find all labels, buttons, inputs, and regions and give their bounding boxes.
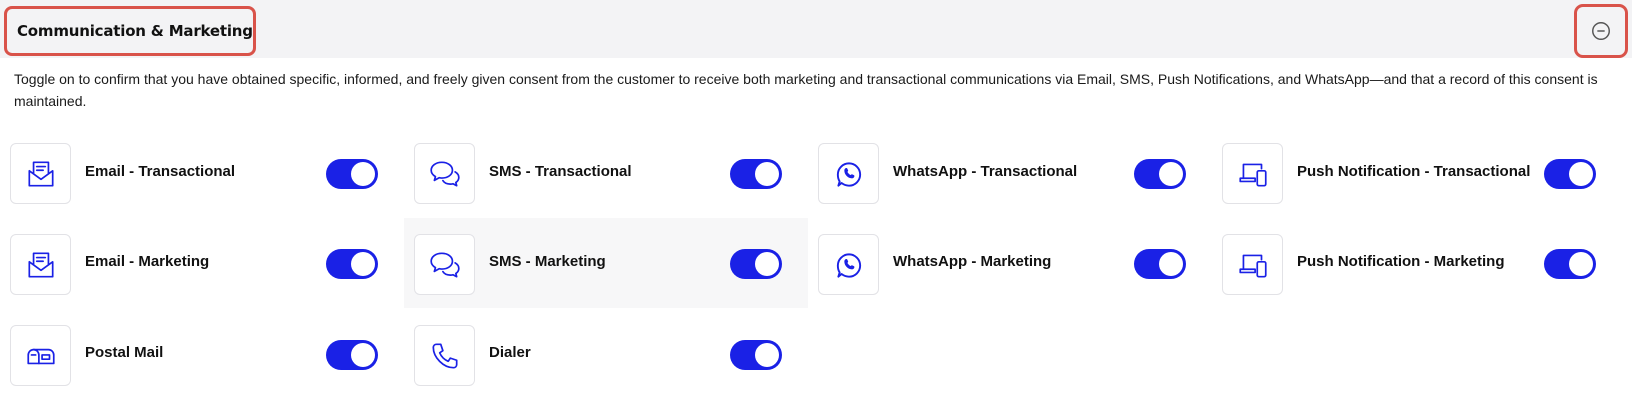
channel-label: Push Notification - Transactional [1297,163,1531,180]
toggle-sms-transactional[interactable] [730,159,782,189]
toggle-knob [351,343,375,367]
toggle-knob [755,162,779,186]
toggle-push-marketing[interactable] [1544,249,1596,279]
channel-label: Email - Transactional [85,163,236,180]
email-icon [27,251,54,278]
channel-icon-box [1222,143,1283,204]
channel-label: WhatsApp - Transactional [893,163,1078,180]
toggle-postal-mail[interactable] [326,340,378,370]
channel-icon-box [414,325,475,386]
channel-icon-box [10,325,71,386]
channel-label: Email - Marketing [85,253,210,270]
channel-icon-box [10,143,71,204]
toggle-whatsapp-transactional[interactable] [1134,159,1186,189]
channel-dialer: Dialer [404,310,808,400]
toggle-push-transactional[interactable] [1544,159,1596,189]
whatsapp-icon [836,161,861,187]
whatsapp-icon [836,252,861,278]
channel-whatsapp-marketing: WhatsApp - Marketing [808,220,1212,310]
channel-icon-box [818,234,879,295]
channel-sms-marketing: SMS - Marketing [404,218,808,308]
channel-label: Push Notification - Marketing [1297,253,1505,270]
devices-icon [1238,254,1267,278]
channel-grid: Email - Transactional SMS - Transactiona… [0,0,1632,408]
toggle-knob [351,162,375,186]
toggle-dialer[interactable] [730,340,782,370]
toggle-knob [755,252,779,276]
channel-icon-box [1222,234,1283,295]
channel-label: WhatsApp - Marketing [893,253,1052,270]
channel-icon-box [10,234,71,295]
channel-label: Postal Mail [85,344,164,361]
toggle-knob [755,343,779,367]
channel-push-marketing: Push Notification - Marketing [1212,220,1616,310]
phone-icon [431,342,458,369]
toggle-email-transactional[interactable] [326,159,378,189]
channel-icon-box [414,234,475,295]
channel-label: SMS - Marketing [489,253,606,270]
devices-icon [1238,163,1267,187]
toggle-knob [1569,162,1593,186]
channel-postal-mail: Postal Mail [0,310,404,400]
chat-bubbles-icon [429,160,460,187]
mailbox-icon [26,348,55,364]
toggle-sms-marketing[interactable] [730,249,782,279]
toggle-knob [1159,252,1183,276]
toggle-whatsapp-marketing[interactable] [1134,249,1186,279]
channel-sms-transactional: SMS - Transactional [404,130,808,220]
toggle-email-marketing[interactable] [326,249,378,279]
toggle-knob [1159,162,1183,186]
channel-push-transactional: Push Notification - Transactional [1212,130,1616,220]
email-icon [27,160,54,187]
toggle-knob [1569,252,1593,276]
toggle-knob [351,252,375,276]
channel-email-transactional: Email - Transactional [0,130,404,220]
channel-icon-box [414,143,475,204]
channel-label: SMS - Transactional [489,163,632,180]
chat-bubbles-icon [429,251,460,278]
channel-label: Dialer [489,344,531,361]
channel-email-marketing: Email - Marketing [0,220,404,310]
channel-icon-box [818,143,879,204]
channel-whatsapp-transactional: WhatsApp - Transactional [808,130,1212,220]
